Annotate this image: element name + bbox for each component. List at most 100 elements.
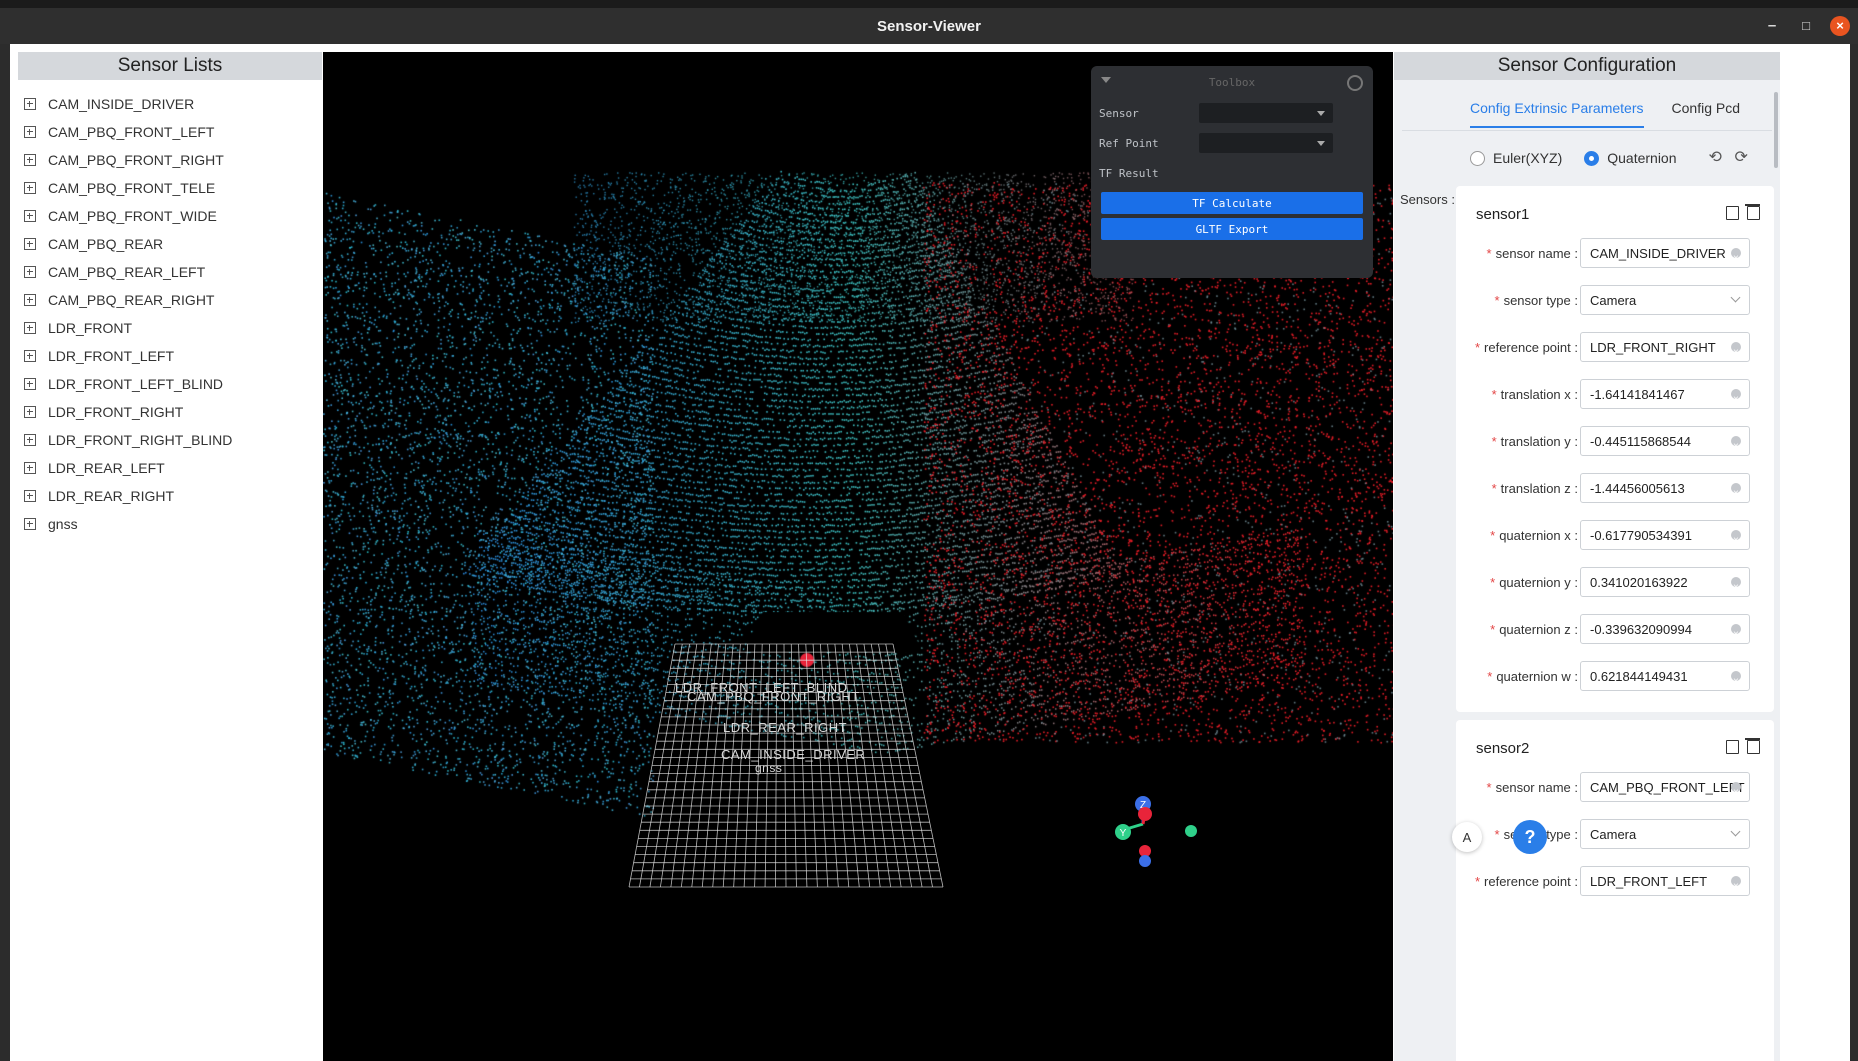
toolbox-sensor-select[interactable] [1199, 103, 1333, 123]
field-input[interactable]: -1.64141841467 [1580, 379, 1750, 409]
delete-icon[interactable] [1745, 204, 1760, 220]
clear-icon[interactable] [1731, 244, 1741, 267]
field-input[interactable]: -0.445115868544 [1580, 426, 1750, 456]
field-input[interactable]: LDR_FRONT_RIGHT [1580, 332, 1750, 362]
field-input[interactable]: LDR_FRONT_LEFT [1580, 866, 1750, 896]
field-input[interactable]: CAM_PBQ_FRONT_LEFT [1580, 772, 1750, 802]
expand-icon[interactable] [24, 406, 36, 418]
field-input[interactable]: -1.44456005613 [1580, 473, 1750, 503]
copy-icon[interactable] [1726, 206, 1739, 220]
gizmo-neg-y-dot[interactable] [1185, 825, 1197, 837]
sensor-type-select[interactable]: Camera [1580, 819, 1750, 849]
expand-icon[interactable] [24, 434, 36, 446]
sensor-tree-item[interactable]: CAM_PBQ_FRONT_TELE [18, 174, 322, 202]
tab-config-extrinsic[interactable]: Config Extrinsic Parameters [1470, 100, 1644, 128]
redo-icon[interactable]: ⟳ [1735, 150, 1751, 166]
field-value: CAM_PBQ_FRONT_LEFT [1590, 780, 1745, 795]
3d-viewport[interactable]: LDR_FRONT_LEFT_BLIND CAM_PBQ_FRONT_RIGHT… [323, 52, 1393, 1061]
quaternion-radio[interactable] [1584, 150, 1600, 166]
gltf-export-button[interactable]: GLTF Export [1101, 218, 1363, 240]
sensor-card-title: sensor2 [1476, 740, 1530, 757]
tab-config-pcd[interactable]: Config Pcd [1672, 100, 1740, 128]
minimize-button[interactable]: – [1762, 16, 1782, 36]
expand-icon[interactable] [24, 378, 36, 390]
sensor-type-select[interactable]: Camera [1580, 285, 1750, 315]
delete-icon[interactable] [1745, 738, 1760, 754]
window-titlebar: Sensor-Viewer – □ × [0, 8, 1858, 44]
clear-icon[interactable] [1731, 385, 1741, 408]
field-input[interactable]: 0.621844149431 [1580, 661, 1750, 691]
expand-icon[interactable] [24, 154, 36, 166]
clear-icon[interactable] [1731, 620, 1741, 643]
sensor-tree-item[interactable]: LDR_FRONT_RIGHT_BLIND [18, 426, 322, 454]
sensor-tree-item[interactable]: CAM_PBQ_FRONT_WIDE [18, 202, 322, 230]
expand-icon[interactable] [24, 322, 36, 334]
sensor-tree-item[interactable]: LDR_FRONT_LEFT [18, 342, 322, 370]
gizmo-x-dot[interactable] [1138, 807, 1152, 821]
expand-icon[interactable] [24, 294, 36, 306]
field-label-text: quaternion w [1496, 669, 1571, 684]
clear-icon[interactable] [1731, 778, 1741, 801]
expand-icon[interactable] [24, 98, 36, 110]
field-row: * quaternion z : -0.339632090994 [1456, 614, 1774, 646]
axis-gizmo[interactable]: Z Y [1109, 794, 1219, 884]
sensor-tree-item[interactable]: CAM_PBQ_REAR [18, 230, 322, 258]
clear-icon[interactable] [1731, 667, 1741, 690]
help-button[interactable]: ? [1513, 820, 1547, 854]
sensor-tree-item[interactable]: CAM_PBQ_REAR_RIGHT [18, 286, 322, 314]
sensor-tree-item[interactable]: LDR_FRONT_RIGHT [18, 398, 322, 426]
close-button[interactable]: × [1830, 16, 1850, 36]
expand-icon[interactable] [24, 238, 36, 250]
expand-icon[interactable] [24, 350, 36, 362]
maximize-button[interactable]: □ [1796, 16, 1816, 36]
sensor-tree-item[interactable]: LDR_REAR_LEFT [18, 454, 322, 482]
chevron-down-icon[interactable] [1730, 826, 1741, 837]
expand-icon[interactable] [24, 490, 36, 502]
field-value: Camera [1590, 827, 1637, 842]
sensor-tree-label: LDR_FRONT_RIGHT [48, 404, 184, 420]
field-label-text: translation z [1500, 481, 1571, 496]
scrollbar[interactable] [1774, 92, 1778, 168]
sensors-label-text: Sensors [1400, 192, 1448, 207]
sensor-tree-item[interactable]: LDR_FRONT [18, 314, 322, 342]
field-input[interactable]: 0.341020163922 [1580, 567, 1750, 597]
undo-icon[interactable]: ⟲ [1709, 150, 1725, 166]
euler-label[interactable]: Euler(XYZ) [1493, 150, 1562, 166]
translate-icon[interactable]: A [1452, 822, 1482, 852]
sensor-tree-label: LDR_REAR_LEFT [48, 460, 165, 476]
expand-icon[interactable] [24, 462, 36, 474]
sensor-tree-item[interactable]: LDR_FRONT_LEFT_BLIND [18, 370, 322, 398]
expand-icon[interactable] [24, 266, 36, 278]
euler-radio[interactable] [1470, 150, 1485, 166]
search-icon[interactable] [1347, 75, 1363, 91]
clear-icon[interactable] [1731, 432, 1741, 455]
field-input[interactable]: -0.617790534391 [1580, 520, 1750, 550]
toolbox-sensor-label: Sensor [1099, 106, 1139, 120]
sensor-tree-label: LDR_REAR_RIGHT [48, 488, 175, 504]
expand-icon[interactable] [24, 210, 36, 222]
toolbox-ref-point-select[interactable] [1199, 133, 1333, 153]
field-input[interactable]: CAM_INSIDE_DRIVER [1580, 238, 1750, 268]
copy-icon[interactable] [1726, 740, 1739, 754]
clear-icon[interactable] [1731, 872, 1741, 895]
sensor-tree-item[interactable]: gnss [18, 510, 322, 538]
expand-icon[interactable] [24, 182, 36, 194]
sensor-tree-item[interactable]: CAM_PBQ_FRONT_LEFT [18, 118, 322, 146]
expand-icon[interactable] [24, 518, 36, 530]
tf-calculate-button[interactable]: TF Calculate [1101, 192, 1363, 214]
clear-icon[interactable] [1731, 573, 1741, 596]
sensor-tree-label: LDR_FRONT_LEFT_BLIND [48, 376, 224, 392]
clear-icon[interactable] [1731, 526, 1741, 549]
expand-icon[interactable] [24, 126, 36, 138]
sensor-tree-item[interactable]: CAM_PBQ_REAR_LEFT [18, 258, 322, 286]
clear-icon[interactable] [1731, 338, 1741, 361]
clear-icon[interactable] [1731, 479, 1741, 502]
sensor-tree-item[interactable]: CAM_PBQ_FRONT_RIGHT [18, 146, 322, 174]
sensor-tree-item[interactable]: LDR_REAR_RIGHT [18, 482, 322, 510]
quaternion-label[interactable]: Quaternion [1607, 150, 1676, 166]
chevron-down-icon[interactable] [1730, 292, 1741, 303]
gizmo-neg-z-dot[interactable] [1139, 855, 1151, 867]
field-input[interactable]: -0.339632090994 [1580, 614, 1750, 644]
collapse-icon[interactable] [1101, 77, 1111, 83]
sensor-tree-item[interactable]: CAM_INSIDE_DRIVER [18, 90, 322, 118]
